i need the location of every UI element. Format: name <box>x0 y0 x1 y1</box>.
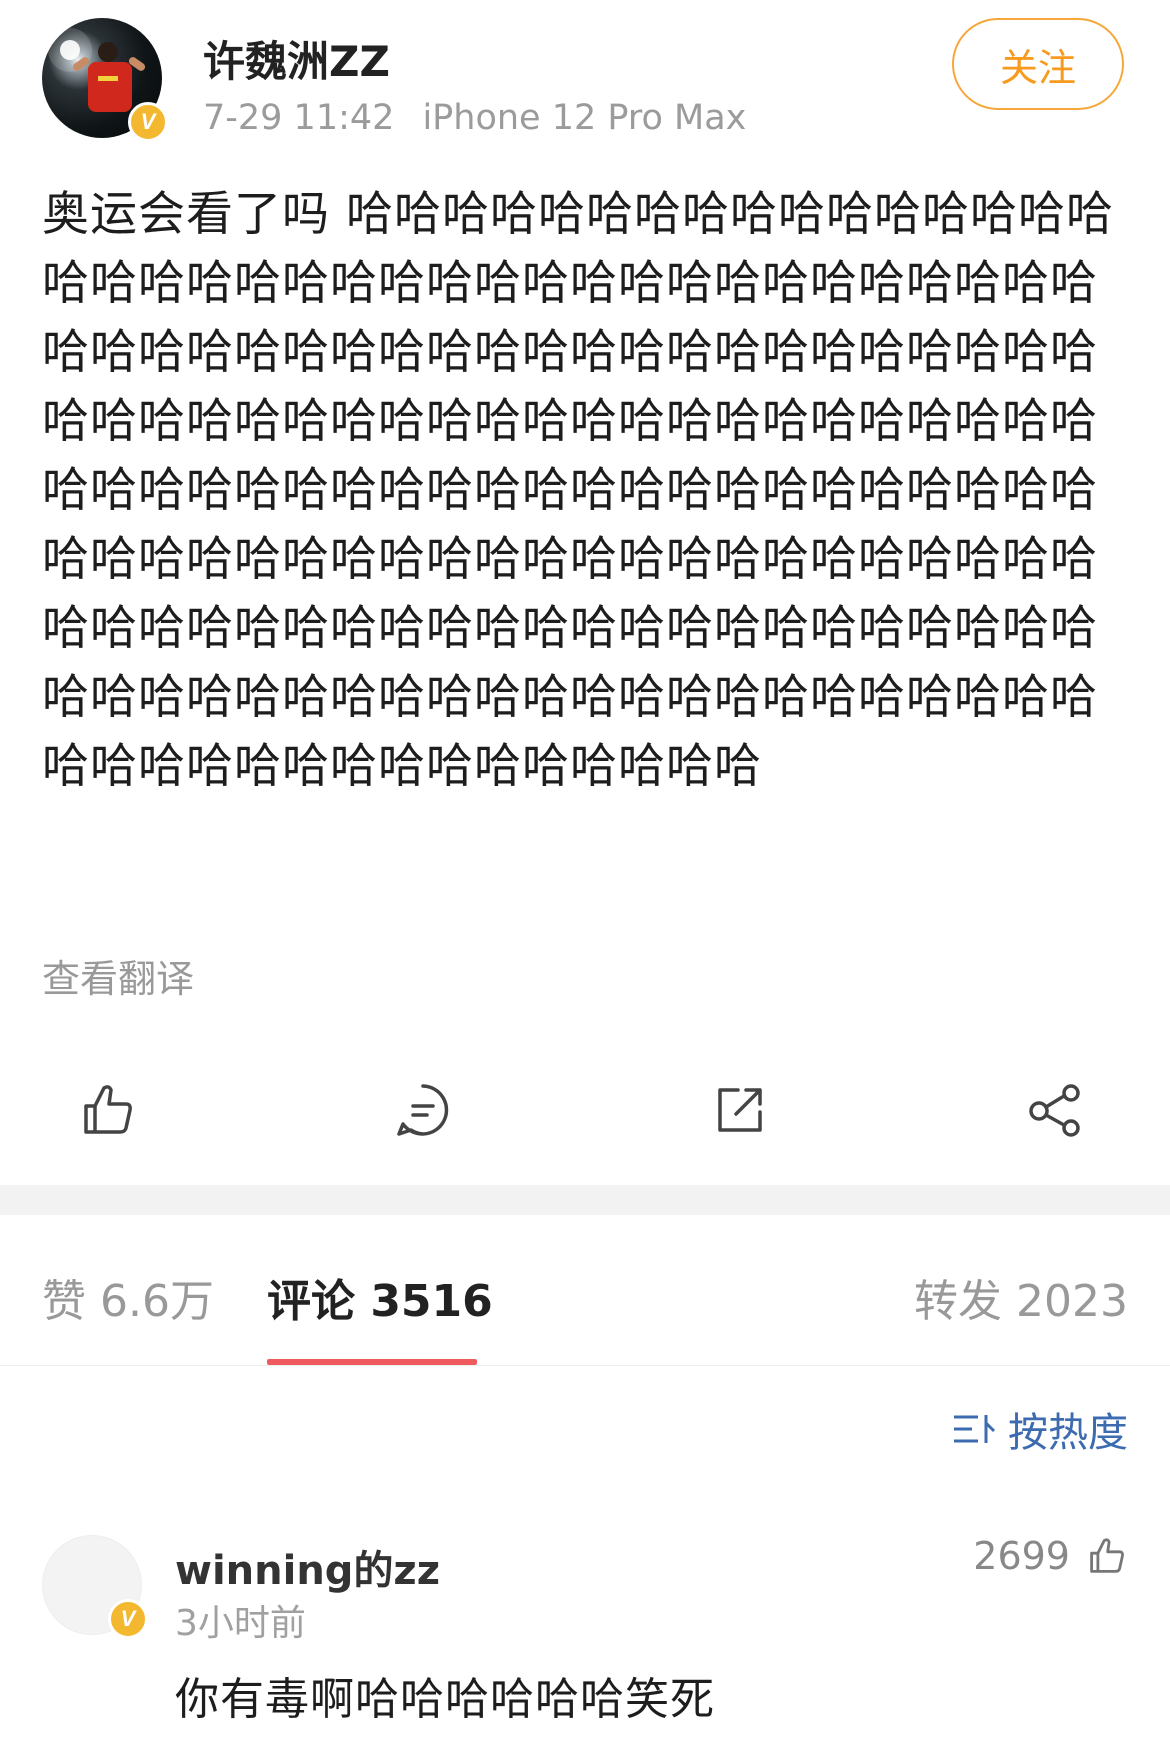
follow-button[interactable]: 关注 <box>952 18 1124 110</box>
tab-likes[interactable]: 赞 6.6万 <box>42 1265 214 1329</box>
tab-bar: 赞 6.6万 评论 3516 转发 2023 <box>0 1215 1170 1366</box>
post-meta: 7-29 11:42 iPhone 12 Pro Max <box>203 98 746 138</box>
share-icon[interactable] <box>1026 1080 1086 1140</box>
comment-item: V winning的zz 3小时前 2699 你有毒啊哈哈哈哈哈哈笑死 <box>0 1530 1170 1752</box>
author-avatar[interactable]: V <box>42 18 168 142</box>
post-header: V 许魏洲ZZ 7-29 11:42 iPhone 12 Pro Max 关注 <box>0 0 1170 150</box>
commenter-avatar[interactable]: V <box>42 1535 148 1639</box>
post-content: 奥运会看了吗 哈哈哈哈哈哈哈哈哈哈哈哈哈哈哈哈哈哈哈哈哈哈哈哈哈哈哈哈哈哈哈哈哈… <box>42 187 1114 794</box>
comment-icon[interactable] <box>393 1080 453 1140</box>
commenter-name[interactable]: winning的zz <box>175 1538 440 1596</box>
comment-time: 3小时前 <box>175 1603 306 1644</box>
verified-badge-icon: V <box>108 1599 148 1639</box>
sort-by-heat-button[interactable]: 按热度 <box>952 1400 1128 1458</box>
tab-comments[interactable]: 评论 3516 <box>267 1265 493 1329</box>
comment-like-count: 2699 <box>973 1534 1070 1578</box>
sort-label: 按热度 <box>1008 1410 1128 1456</box>
sort-icon <box>954 1415 996 1443</box>
active-tab-indicator <box>267 1359 477 1365</box>
repost-icon[interactable] <box>710 1080 770 1140</box>
thumbs-up-icon <box>1090 1538 1124 1573</box>
post-device: iPhone 12 Pro Max <box>422 98 747 138</box>
tab-reposts[interactable]: 转发 2023 <box>914 1265 1128 1329</box>
author-name[interactable]: 许魏洲ZZ <box>203 28 390 89</box>
action-bar <box>0 1070 1170 1150</box>
thumbs-up-icon[interactable] <box>78 1080 138 1140</box>
section-divider <box>0 1185 1170 1215</box>
verified-badge-icon: V <box>128 102 168 142</box>
post-time: 7-29 11:42 <box>203 98 395 138</box>
comment-text: 你有毒啊哈哈哈哈哈哈笑死 <box>175 1674 715 1725</box>
comment-like-button[interactable]: 2699 <box>973 1534 1128 1578</box>
translate-link[interactable]: 查看翻译 <box>42 948 194 1003</box>
